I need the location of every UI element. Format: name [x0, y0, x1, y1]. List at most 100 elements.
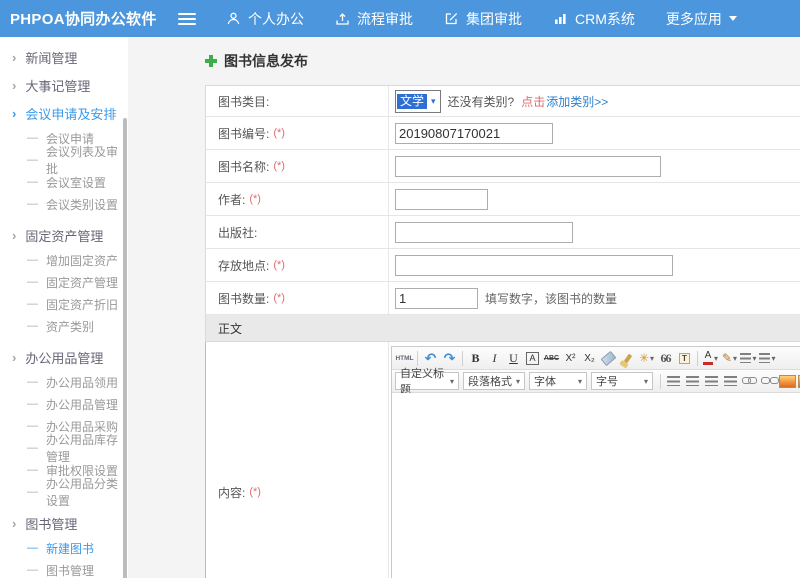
format-clear-button[interactable]: [599, 349, 618, 367]
sidebar-group-memorabilia[interactable]: › 大事记管理: [0, 71, 128, 99]
remove-link-button[interactable]: [759, 372, 778, 390]
font-color-button[interactable]: A▾: [701, 349, 720, 367]
unordered-list-button[interactable]: ▾: [758, 349, 777, 367]
nav-more-apps[interactable]: 更多应用: [666, 9, 737, 29]
autotypeset-button[interactable]: ✳▾: [637, 349, 656, 367]
caret-down-icon: ▾: [516, 377, 520, 386]
sidebar-item-book-manage[interactable]: —图书管理: [0, 559, 128, 578]
align-left-button[interactable]: [664, 372, 683, 390]
sidebar-group-books[interactable]: › 图书管理: [0, 509, 128, 537]
insert-link-button[interactable]: [740, 372, 759, 390]
font-border-icon: A: [526, 352, 539, 365]
html-icon: HTML: [395, 355, 413, 362]
select-label: 字号: [596, 373, 618, 389]
nav-workflow-approval[interactable]: 流程审批: [335, 9, 413, 29]
paragraph-format-select[interactable]: 段落格式 ▾: [463, 372, 525, 390]
toolbar-separator: [660, 374, 661, 389]
custom-title-select[interactable]: 自定义标题▾: [395, 372, 459, 390]
align-center-button[interactable]: [683, 372, 702, 390]
required-mark: (*): [273, 259, 285, 271]
italic-button[interactable]: I: [485, 349, 504, 367]
page-title-text: 图书信息发布: [224, 51, 308, 71]
location-input[interactable]: [395, 255, 673, 276]
blockquote-icon: 66: [661, 351, 671, 366]
editor-content[interactable]: [392, 393, 800, 578]
blockquote-button[interactable]: 66: [656, 349, 675, 367]
chevron-right-icon: ›: [12, 79, 16, 92]
body-section-header: 正文: [205, 315, 800, 342]
sidebar-group-office-supplies[interactable]: › 办公用品管理: [0, 343, 128, 371]
underline-button[interactable]: U: [504, 349, 523, 367]
sidebar-item-supplies-manage[interactable]: —办公用品管理: [0, 393, 128, 415]
nav-label: 流程审批: [357, 9, 413, 29]
marker-pen-button[interactable]: ✎▾: [720, 349, 739, 367]
unlink-icon: [761, 376, 777, 386]
font-family-select[interactable]: 字体▾: [529, 372, 587, 390]
toolbar-separator: [697, 351, 698, 366]
select-label: 段落格式: [468, 373, 512, 389]
sidebar-item-asset-category[interactable]: —资产类别: [0, 315, 128, 337]
sidebar-item-supplies-category-setting[interactable]: —办公用品分类设置: [0, 481, 128, 503]
format-brush-icon: [623, 353, 631, 363]
insert-image-button[interactable]: [778, 372, 797, 390]
publisher-input[interactable]: [395, 222, 573, 243]
form-row-book-no: 图书编号:(*): [205, 117, 800, 150]
nav-crm-system[interactable]: CRM系统: [553, 9, 635, 29]
toolbar-separator: [417, 351, 418, 366]
paste-plain-button[interactable]: T: [675, 349, 694, 367]
sidebar-item-asset-depreciation[interactable]: —固定资产折旧: [0, 293, 128, 315]
sidebar-item-label: 会议类别设置: [46, 196, 118, 213]
sidebar-item-label: 会议列表及审批: [46, 143, 128, 177]
sidebar-item-label: 图书管理: [46, 562, 94, 578]
add-category-link[interactable]: 添加类别>>: [546, 93, 608, 110]
sidebar-item-asset-manage[interactable]: —固定资产管理: [0, 271, 128, 293]
book-name-input[interactable]: [395, 156, 661, 177]
sidebar-scrollbar[interactable]: [123, 118, 127, 578]
nav-label: CRM系统: [575, 9, 635, 29]
sidebar-group-news[interactable]: › 新闻管理: [0, 43, 128, 71]
sidebar-item-meeting-list-approve[interactable]: —会议列表及审批: [0, 149, 128, 171]
sidebar-item-supplies-claim[interactable]: —办公用品领用: [0, 371, 128, 393]
field-label: 图书类目:: [206, 86, 389, 116]
align-right-button[interactable]: [702, 372, 721, 390]
author-input[interactable]: [395, 189, 488, 210]
sidebar-group-meeting[interactable]: › 会议申请及安排: [0, 99, 128, 127]
caret-down-icon: ▾: [578, 377, 582, 386]
sidebar-item-supplies-inventory[interactable]: —办公用品库存管理: [0, 437, 128, 459]
align-justify-button[interactable]: [721, 372, 740, 390]
font-border-button[interactable]: A: [523, 349, 542, 367]
bold-button[interactable]: B: [466, 349, 485, 367]
caret-down-icon: ▾: [752, 354, 756, 363]
superscript-button[interactable]: X²: [561, 349, 580, 367]
quantity-input[interactable]: [395, 288, 478, 309]
flow-upload-icon: [335, 11, 350, 26]
edit-icon: [444, 11, 459, 26]
form-row-category: 图书类目: 文学 ▾ 还没有类别? 点击 添加类别>>: [205, 86, 800, 117]
subscript-button[interactable]: X₂: [580, 349, 599, 367]
nav-personal-office[interactable]: 个人办公: [226, 9, 304, 29]
ordered-list-button[interactable]: ▾: [739, 349, 758, 367]
add-category-link-click[interactable]: 点击: [521, 93, 545, 110]
sidebar-group-label: 大事记管理: [25, 76, 90, 95]
sidebar-group-fixed-assets[interactable]: › 固定资产管理: [0, 221, 128, 249]
sidebar-item-book-create[interactable]: —新建图书: [0, 537, 128, 559]
font-size-select[interactable]: 字号▾: [591, 372, 653, 390]
redo-icon: ↷: [444, 350, 456, 367]
top-header: PHPOA协同办公软件 个人办公 流程审批 集团审批 CRM系统 更多应用: [0, 0, 800, 37]
sidebar-group-label: 图书管理: [25, 514, 77, 533]
sidebar-item-meeting-category-setting[interactable]: —会议类别设置: [0, 193, 128, 215]
form-row-book-name: 图书名称:(*): [205, 150, 800, 183]
hamburger-menu-icon[interactable]: [178, 18, 196, 20]
image-icon: [779, 375, 796, 388]
format-brush-button[interactable]: [618, 349, 637, 367]
bar-chart-icon: [553, 11, 568, 26]
category-select[interactable]: 文学 ▾: [395, 90, 441, 113]
sidebar-item-asset-add[interactable]: —增加固定资产: [0, 249, 128, 271]
chevron-right-icon: ›: [12, 351, 16, 364]
strikethrough-button[interactable]: ABC: [542, 349, 561, 367]
nav-group-approval[interactable]: 集团审批: [444, 9, 522, 29]
dash-icon: —: [27, 277, 38, 288]
sidebar-group-label: 固定资产管理: [25, 226, 103, 245]
book-no-input[interactable]: [395, 123, 553, 144]
select-caret-icon: ▾: [427, 96, 440, 107]
